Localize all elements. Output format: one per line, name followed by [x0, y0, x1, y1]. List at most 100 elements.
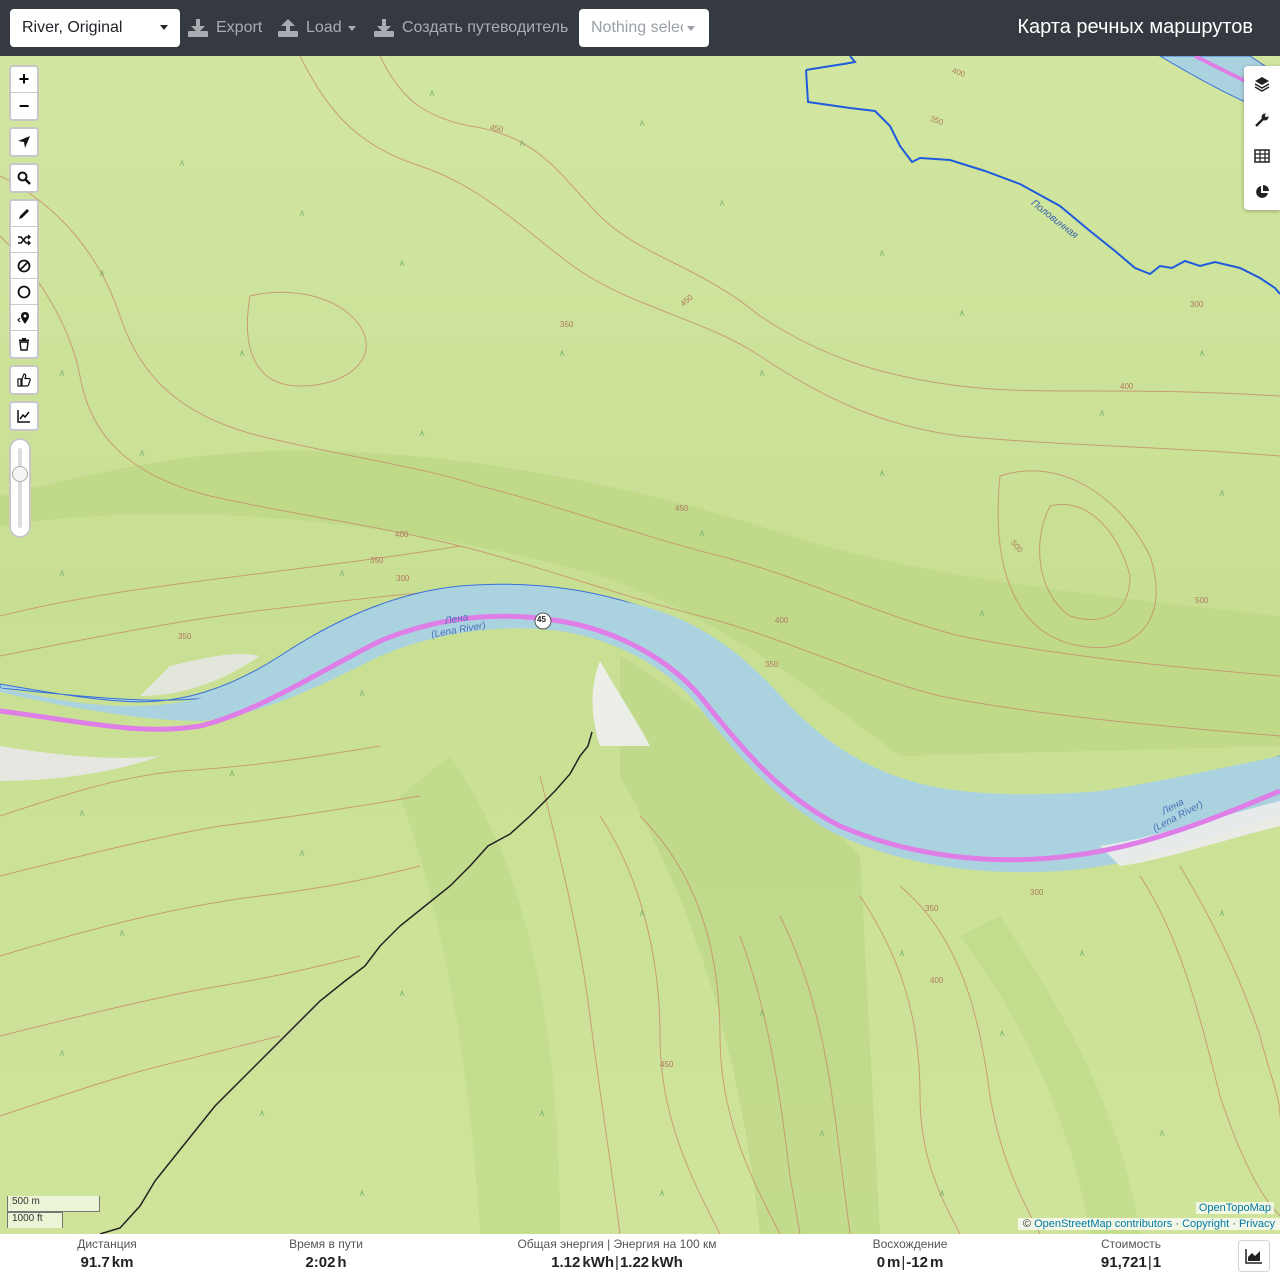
scale-imperial: 1000 ft — [7, 1212, 63, 1228]
elevation-profile-button[interactable] — [1238, 1240, 1270, 1272]
map-attribution: © OpenStreetMap contributors · Copyright… — [1017, 1218, 1280, 1230]
map-canvas[interactable]: Лена (Lena River) Лена (Lena River) Поло… — [0, 56, 1280, 1234]
layers-icon — [1254, 77, 1270, 92]
search-button[interactable] — [11, 165, 37, 191]
app-title: Карта речных маршрутов — [1017, 16, 1253, 38]
separator: | — [1147, 1254, 1152, 1271]
no-go-area-button[interactable] — [11, 253, 37, 279]
ascent-unit: m — [887, 1254, 901, 1271]
export-label: Export — [216, 19, 263, 36]
statistics-button[interactable] — [1244, 174, 1280, 210]
cost-factor-value: 1 — [1152, 1254, 1162, 1271]
opacity-slider[interactable] — [9, 438, 31, 538]
circle-no-go-button[interactable] — [11, 279, 37, 305]
zoom-out-button[interactable]: − — [11, 93, 37, 119]
settings-button[interactable] — [1244, 102, 1280, 138]
contour-label: 400 — [1120, 382, 1134, 391]
descent-value: -12 — [906, 1254, 928, 1271]
circle-icon — [17, 285, 31, 298]
stat-value: 91.7 km — [52, 1254, 162, 1271]
profile-select[interactable]: River, Original — [10, 9, 180, 47]
opentopomap-link[interactable]: OpenTopoMap — [1195, 1202, 1274, 1214]
reverse-route-button[interactable] — [11, 227, 37, 253]
energy-total-value: 1.12 — [551, 1254, 581, 1271]
data-table-button[interactable] — [1244, 138, 1280, 174]
trash-icon — [19, 338, 29, 351]
draw-route-button[interactable] — [11, 201, 37, 227]
table-icon — [1254, 149, 1270, 163]
load-button[interactable]: Load — [277, 9, 356, 47]
contour-label: 350 — [925, 904, 939, 913]
location-arrow-icon — [18, 136, 30, 148]
chevron-down-icon — [687, 26, 695, 31]
upload-icon — [278, 19, 298, 37]
stat-label: Стоимость — [1100, 1237, 1162, 1251]
contour-label: 400 — [395, 530, 409, 539]
export-button[interactable]: Export — [187, 9, 262, 47]
privacy-link[interactable]: Privacy — [1239, 1218, 1275, 1230]
feedback-button[interactable] — [11, 367, 37, 393]
feedback-control — [9, 365, 39, 395]
search-icon — [17, 171, 31, 185]
stat-energy: Общая энергия | Энергия на 100 км 1.12 kW… — [502, 1237, 732, 1271]
contour-label: 400 — [930, 976, 944, 985]
copyright-link[interactable]: Copyright — [1182, 1218, 1229, 1230]
draw-tools — [9, 199, 39, 359]
zoom-in-button[interactable]: + — [11, 67, 37, 93]
delete-route-button[interactable] — [11, 331, 37, 357]
slider-handle[interactable] — [12, 466, 28, 482]
slider-track — [18, 448, 22, 528]
contour-label: 450 — [660, 1060, 674, 1069]
create-guide-label: Создать путеводитель — [402, 19, 569, 36]
selection-dropdown[interactable]: Nothing selected — [579, 9, 709, 47]
separator: | — [615, 1254, 619, 1271]
energy-per-100-value: 1.22 — [619, 1254, 650, 1271]
stat-label: Время в пути — [289, 1237, 363, 1251]
ban-icon — [17, 259, 31, 272]
descent-unit: m — [929, 1254, 944, 1271]
distance-value: 91.7 — [80, 1254, 110, 1271]
pencil-icon — [19, 208, 29, 219]
stat-label: Восхождение — [872, 1237, 948, 1251]
separator: · — [1232, 1218, 1236, 1230]
locate-button[interactable] — [11, 129, 37, 155]
separator: · — [1175, 1218, 1179, 1230]
separator: | — [901, 1254, 906, 1271]
layers-button[interactable] — [1244, 66, 1280, 102]
search-control — [9, 163, 39, 193]
contour-label: 400 — [775, 616, 789, 625]
contour-label: 500 — [1195, 596, 1209, 605]
line-chart-icon — [17, 410, 30, 423]
elevation-control — [9, 401, 39, 431]
copyright-symbol: © — [1022, 1218, 1032, 1230]
time-value: 2:02 — [305, 1254, 336, 1271]
top-navbar: River, Original Export Load Создать путе… — [0, 0, 1280, 56]
energy-per-100-unit: kWh — [651, 1254, 683, 1271]
contour-label: 350 — [178, 632, 192, 641]
stat-ascent: Восхождение 0 m|-12 m — [855, 1237, 965, 1271]
route-marker-label: 45 — [537, 615, 546, 624]
distance-unit: km — [111, 1254, 134, 1271]
poi-button[interactable] — [11, 305, 37, 331]
profile-select-value: River, Original — [22, 19, 123, 36]
create-guide-button[interactable]: Создать путеводитель — [373, 9, 568, 47]
contour-label: 350 — [765, 660, 779, 669]
right-toolbar — [1244, 66, 1280, 210]
stat-label: Дистанция — [77, 1237, 137, 1251]
contour-label: 350 — [370, 556, 384, 565]
stat-value: 1.12 kWh|1.22 kWh — [502, 1254, 732, 1271]
elevation-chart-button[interactable] — [11, 403, 37, 429]
contour-label: 300 — [1030, 888, 1044, 897]
scale-metric: 500 m — [7, 1196, 100, 1212]
thumbs-up-icon — [17, 373, 31, 387]
energy-total-unit: kWh — [582, 1254, 615, 1271]
osm-link[interactable]: OpenStreetMap contributors — [1034, 1218, 1172, 1230]
wrench-icon — [1255, 113, 1269, 127]
contour-label: 350 — [560, 320, 574, 329]
topographic-map[interactable] — [0, 56, 1280, 1234]
chevron-down-icon — [160, 25, 168, 30]
locate-control — [9, 127, 39, 157]
contour-label: 300 — [1190, 300, 1204, 309]
ascent-value: 0 — [876, 1254, 886, 1271]
load-label: Load — [306, 19, 342, 36]
